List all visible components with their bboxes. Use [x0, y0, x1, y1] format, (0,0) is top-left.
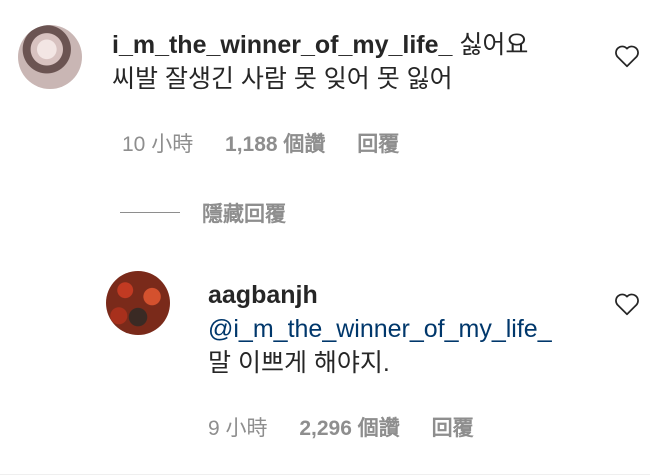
comment-time[interactable]: 10 小時: [122, 133, 193, 156]
like-count[interactable]: 1,188 個讚: [225, 133, 325, 156]
reply-button[interactable]: 回覆: [432, 417, 474, 440]
comment-time[interactable]: 9 小時: [208, 417, 268, 440]
comment-meta: 9 小時 2,296 個讚 回覆: [208, 412, 500, 442]
hide-replies-label[interactable]: 隱藏回覆: [202, 198, 286, 228]
comment-username[interactable]: i_m_the_winner_of_my_life_: [112, 31, 452, 59]
comment-text: 말 이쁘게 해야지.: [208, 349, 390, 377]
comment-text: 싫어요: [459, 31, 529, 59]
divider: [120, 212, 180, 213]
comment-body: aagbanjh @i_m_the_winner_of_my_life_ 말 이…: [208, 278, 608, 380]
reply-button[interactable]: 回覆: [357, 133, 399, 156]
heart-icon[interactable]: [614, 292, 640, 316]
comment-body: i_m_the_winner_of_my_life_ 싫어요 씨발 잘생긴 사람…: [112, 28, 612, 96]
like-count[interactable]: 2,296 個讚: [299, 417, 399, 440]
avatar[interactable]: [18, 25, 82, 89]
comment-meta: 10 小時 1,188 個讚 回覆: [122, 128, 425, 158]
avatar[interactable]: [106, 271, 170, 335]
mention-link[interactable]: @i_m_the_winner_of_my_life_: [208, 315, 552, 343]
heart-icon[interactable]: [614, 44, 640, 68]
comment-username[interactable]: aagbanjh: [208, 281, 318, 309]
comment-text: 씨발 잘생긴 사람 못 잊어 못 잃어: [112, 65, 453, 93]
